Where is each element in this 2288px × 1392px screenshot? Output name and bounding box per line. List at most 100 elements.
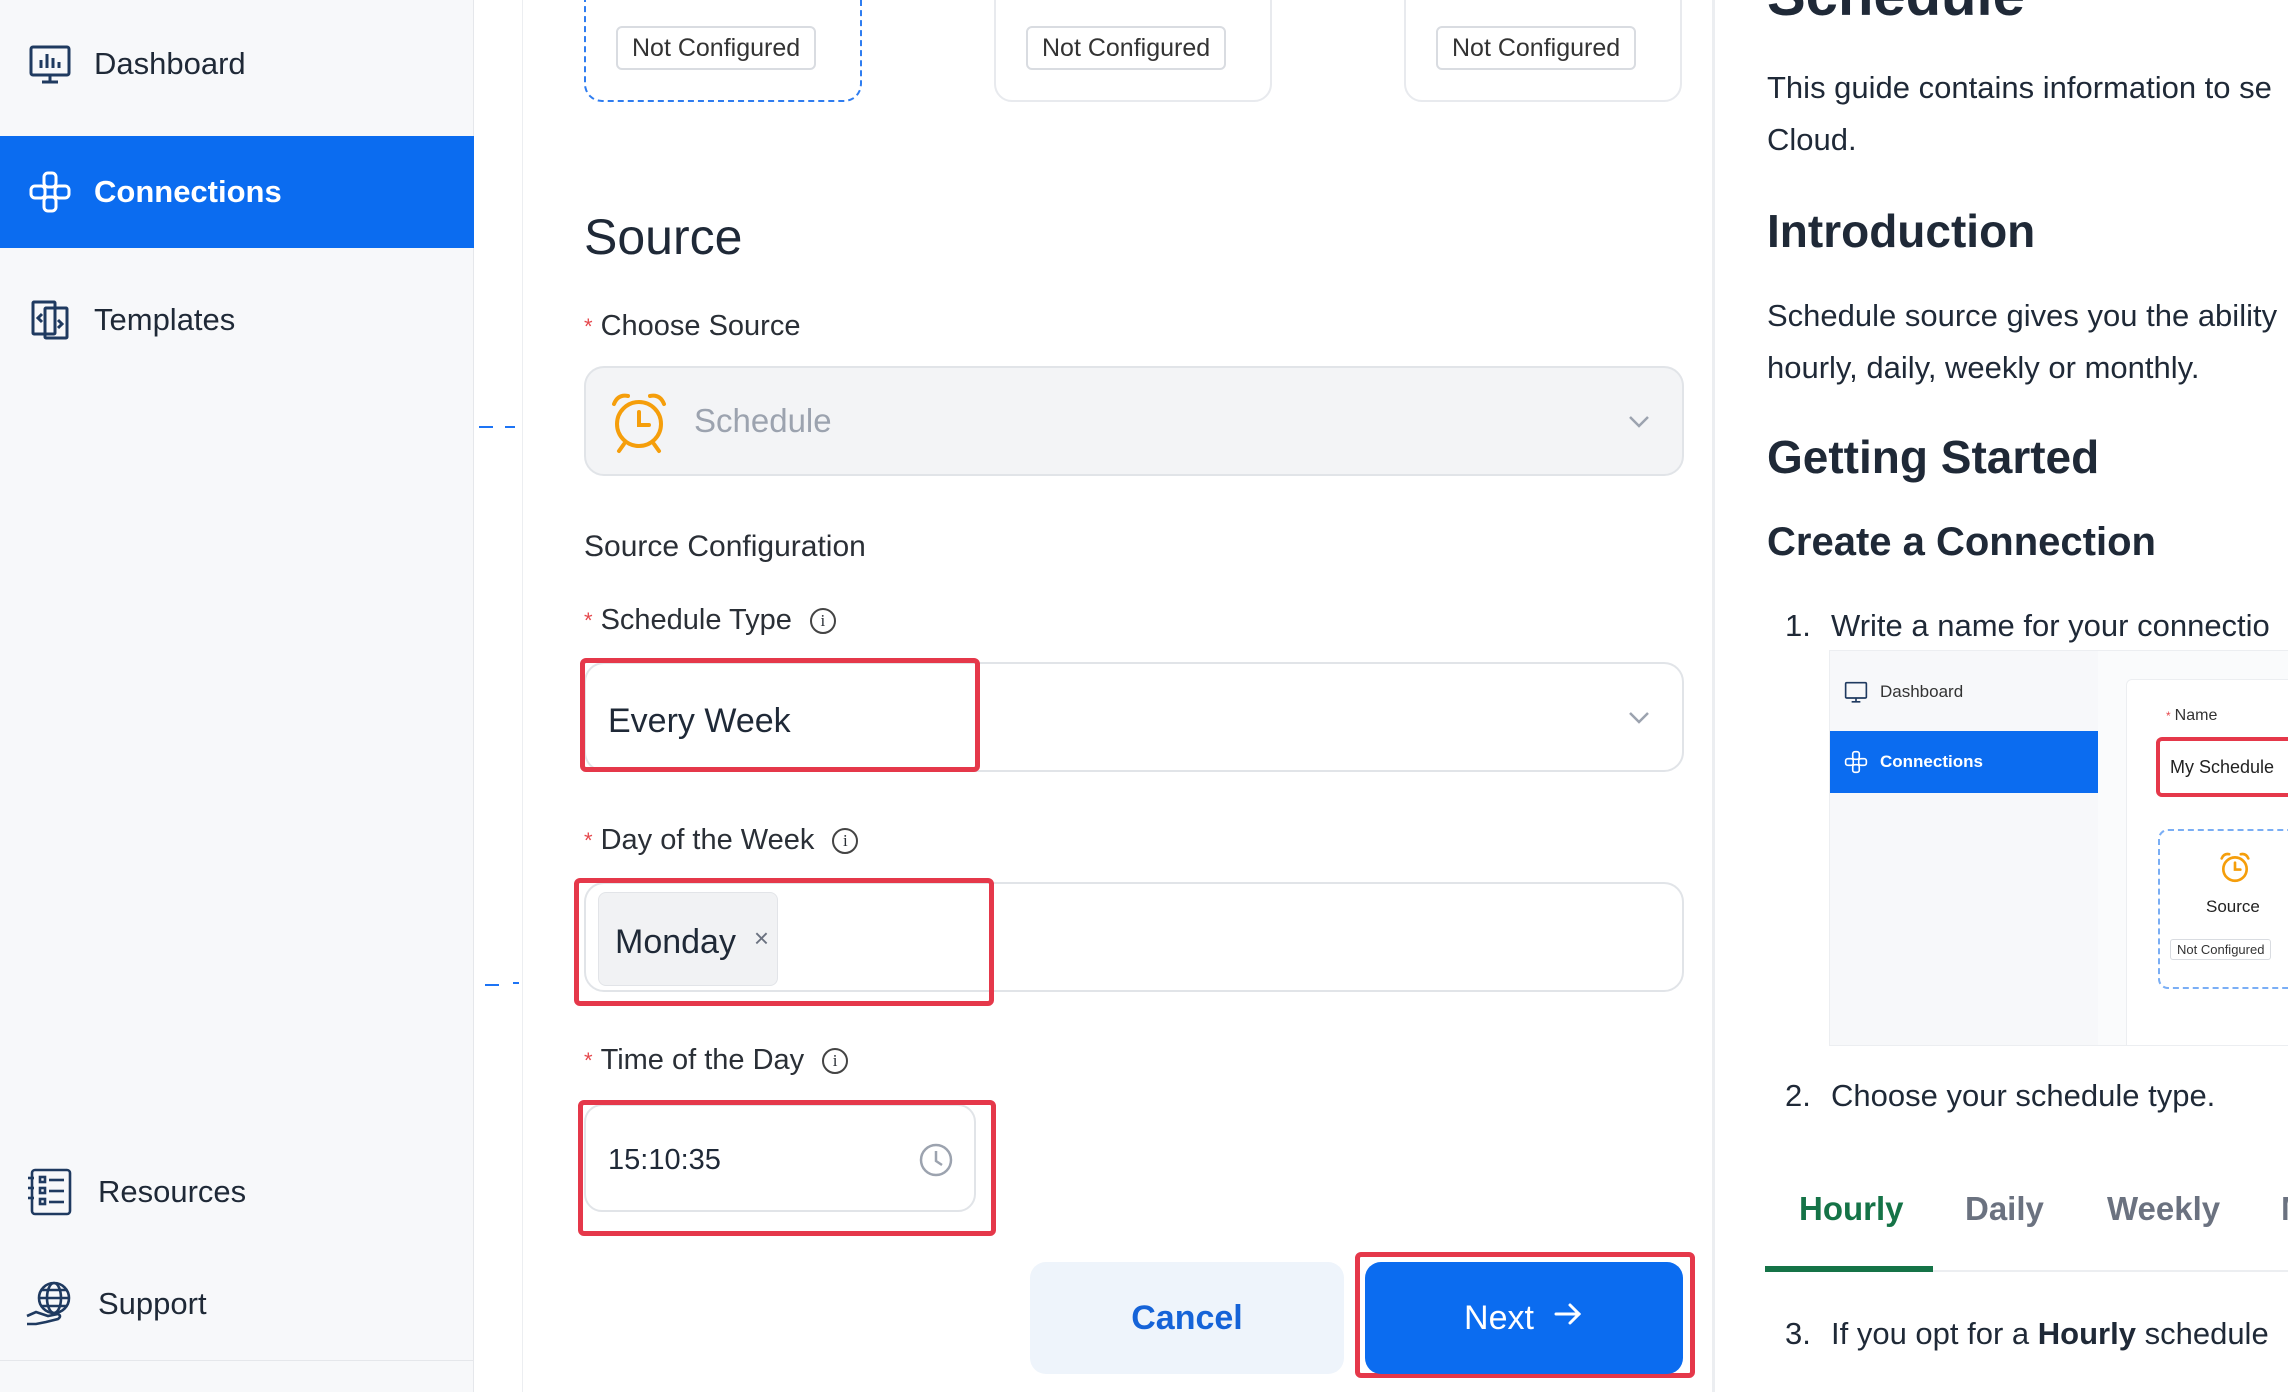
sidebar-item-resources[interactable]: Resources (0, 1136, 474, 1248)
label-text: Day of the Week (600, 824, 815, 856)
schedule-type-value: Every Week (608, 702, 791, 740)
selected-tag: Monday × (598, 892, 778, 986)
sidebar: Dashboard Connections Templates Resource… (0, 0, 474, 1392)
required-marker: * (584, 313, 593, 339)
time-of-day-input[interactable]: 15:10:35 (584, 1104, 976, 1212)
source-select-value: Schedule (694, 402, 832, 439)
connections-icon (28, 170, 72, 214)
day-of-week-label: * Day of the Week i (584, 824, 859, 857)
source-select[interactable]: Schedule (584, 366, 1684, 476)
mini-sidebar: Dashboard Connections (1830, 651, 2098, 1045)
templates-icon (28, 298, 72, 342)
label-text: Time of the Day (600, 1044, 805, 1076)
required-marker: * (584, 607, 593, 633)
step-number: 2. (1785, 1078, 1811, 1113)
mini-name-input: My Schedule (2156, 737, 2288, 797)
sidebar-divider (0, 1360, 474, 1361)
step-text-bold: Hourly (2037, 1316, 2136, 1351)
sidebar-item-label: Connections (94, 174, 282, 209)
label-text: Choose Source (600, 310, 801, 342)
choose-source-label: * Choose Source (584, 310, 800, 343)
close-icon[interactable]: × (754, 923, 769, 954)
step-text: Choose your schedule type. (1831, 1078, 2216, 1113)
active-tab-indicator (1765, 1266, 1933, 1272)
info-icon[interactable]: i (822, 1047, 849, 1074)
sidebar-item-label: Dashboard (94, 46, 246, 81)
step-text: Write a name for your connectio (1831, 608, 2270, 643)
status-badge: Not Configured (616, 26, 817, 70)
dashboard-icon (28, 42, 72, 86)
tab-hourly[interactable]: Hourly (1799, 1190, 1904, 1228)
sidebar-item-label: Support (98, 1286, 207, 1321)
source-configuration-heading: Source Configuration (584, 530, 866, 563)
step-text: schedule (2135, 1316, 2269, 1351)
guide-intro-line: Cloud. (1767, 122, 1857, 157)
label-text: Schedule Type (600, 604, 792, 636)
mini-source-label: Source (2206, 897, 2260, 916)
step-card-2[interactable]: Not Configured (994, 0, 1272, 102)
tab-daily[interactable]: Daily (1965, 1190, 2044, 1228)
guide-step: 1. Write a name for your connectio (1785, 608, 2270, 644)
sidebar-item-label: Templates (94, 302, 236, 337)
guide-step: 3. If you opt for a Hourly schedule (1785, 1316, 2269, 1352)
cancel-button[interactable]: Cancel (1030, 1262, 1344, 1374)
mini-sidebar-item-dashboard: Dashboard (1830, 661, 2098, 723)
chevron-down-icon (1626, 704, 1652, 730)
sidebar-item-support[interactable]: Support (0, 1248, 474, 1360)
status-badge: Not Configured (1026, 26, 1227, 70)
connection-form: Not Configured Not Configured Not Config… (524, 0, 1712, 1392)
info-icon[interactable]: i (809, 607, 836, 634)
support-icon (24, 1278, 76, 1330)
introduction-text: hourly, daily, weekly or monthly. (1767, 350, 2200, 385)
mini-label: Connections (1880, 752, 1983, 771)
sidebar-item-templates[interactable]: Templates (0, 264, 474, 376)
section-title: Source (584, 209, 743, 265)
app-root: Dashboard Connections Templates Resource… (0, 0, 2288, 1392)
step-text: If you opt for a (1831, 1316, 2038, 1351)
sidebar-item-connections[interactable]: Connections (0, 136, 474, 248)
introduction-heading: Introduction (1767, 205, 2036, 257)
tab-weekly[interactable]: Weekly (2107, 1190, 2220, 1228)
mini-status-badge: Not Configured (2170, 939, 2272, 960)
connector-dash (485, 984, 499, 986)
schedule-type-label: * Schedule Type i (584, 604, 836, 637)
connections-icon (1844, 750, 1868, 774)
alarm-clock-icon (608, 390, 670, 459)
status-badge: Not Configured (1436, 26, 1637, 70)
mini-name-label: * Name (2166, 707, 2218, 724)
required-marker: * (584, 1047, 593, 1073)
chevron-down-icon (1626, 408, 1652, 434)
guide-title: Schedule (1767, 0, 2025, 29)
guide-step: 2. Choose your schedule type. (1785, 1078, 2215, 1114)
help-guide-panel: Schedule This guide contains information… (1712, 0, 2288, 1392)
time-of-day-label: * Time of the Day i (584, 1044, 849, 1077)
connector-dash (479, 426, 493, 428)
required-marker: * (584, 827, 593, 853)
arrow-right-icon (1552, 1297, 1584, 1339)
next-button-label: Next (1464, 1298, 1534, 1337)
canvas-gutter (475, 0, 523, 1392)
info-icon[interactable]: i (832, 827, 859, 854)
sidebar-item-label: Resources (98, 1174, 247, 1209)
clock-icon (918, 1142, 954, 1178)
connector-dash (505, 426, 515, 428)
dashboard-icon (1844, 681, 1868, 703)
sidebar-item-dashboard[interactable]: Dashboard (0, 8, 474, 120)
schedule-type-select[interactable]: Every Week (584, 662, 1684, 772)
connector-dash (513, 982, 519, 984)
next-button[interactable]: Next (1365, 1262, 1683, 1374)
getting-started-heading: Getting Started (1767, 431, 2100, 483)
tab-monthly[interactable]: M (2281, 1190, 2288, 1228)
mini-label: Dashboard (1880, 682, 1964, 701)
step-card-source[interactable]: Not Configured (584, 0, 862, 102)
day-of-week-select[interactable]: Monday × (584, 882, 1684, 992)
step-card-3[interactable]: Not Configured (1404, 0, 1682, 102)
guide-intro-line: This guide contains information to se (1767, 70, 2272, 105)
mini-source-card: Source Not Configured (2158, 829, 2288, 989)
resources-icon (24, 1166, 76, 1218)
step-number: 3. (1785, 1316, 1811, 1351)
introduction-text: Schedule source gives you the ability (1767, 298, 2278, 333)
cancel-button-label: Cancel (1131, 1298, 1243, 1337)
tag-label: Monday (615, 923, 736, 961)
time-value: 15:10:35 (608, 1144, 721, 1176)
